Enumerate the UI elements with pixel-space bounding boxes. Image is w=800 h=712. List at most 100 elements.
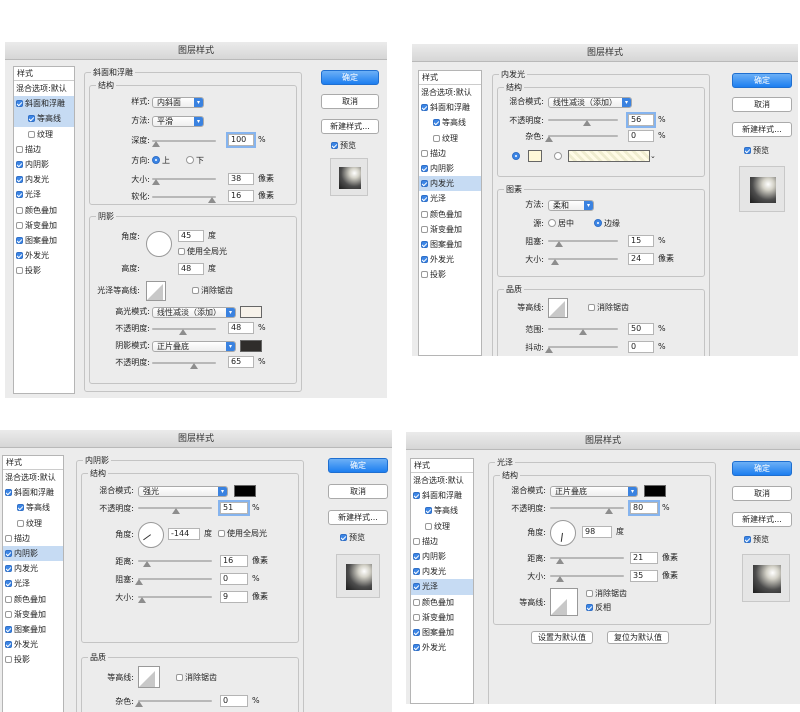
shadow-mode-dropdown[interactable]: 正片叠底 ▾ bbox=[152, 341, 236, 352]
noise-slider[interactable] bbox=[545, 135, 618, 142]
technique-dropdown[interactable]: 柔和 ▾ bbox=[548, 200, 594, 211]
style-item-pattern-overlay[interactable]: 图案叠加 bbox=[411, 625, 473, 640]
altitude-input[interactable]: 48 bbox=[178, 263, 204, 275]
angle-dial[interactable] bbox=[550, 520, 576, 546]
choke-slider[interactable] bbox=[548, 240, 618, 247]
style-item-texture[interactable]: 纹理 bbox=[14, 127, 74, 142]
direction-down-radio[interactable]: 下 bbox=[186, 155, 204, 167]
new-style-button[interactable]: 新建样式... bbox=[321, 119, 379, 134]
style-item-inner-shadow[interactable]: 内阴影 bbox=[411, 549, 473, 564]
size-slider[interactable] bbox=[138, 596, 212, 603]
jitter-slider[interactable] bbox=[545, 346, 618, 353]
choke-slider[interactable] bbox=[135, 578, 212, 585]
checkbox-icon[interactable] bbox=[16, 176, 23, 184]
opacity-input[interactable]: 56 bbox=[628, 114, 654, 126]
soften-input[interactable]: 16 bbox=[228, 190, 254, 202]
style-item-drop-shadow[interactable]: 投影 bbox=[14, 263, 74, 278]
style-item-stroke[interactable]: 描边 bbox=[419, 146, 481, 161]
gradient-radio[interactable] bbox=[554, 151, 564, 163]
shadow-opacity-input[interactable]: 65 bbox=[228, 356, 254, 368]
shadow-color-swatch[interactable] bbox=[234, 485, 256, 497]
checkbox-icon[interactable] bbox=[16, 191, 23, 199]
highlight-color-swatch[interactable] bbox=[240, 306, 262, 318]
blend-options-item[interactable]: 混合选项:默认 bbox=[14, 81, 74, 96]
style-item-gradient-overlay[interactable]: 渐变叠加 bbox=[419, 222, 481, 237]
style-item-contour[interactable]: 等高线 bbox=[14, 111, 74, 127]
choke-input[interactable]: 0 bbox=[220, 573, 248, 585]
preview-checkbox[interactable]: 预览 bbox=[331, 140, 356, 152]
cancel-button[interactable]: 取消 bbox=[732, 486, 792, 501]
source-edge-radio[interactable]: 边缘 bbox=[594, 218, 620, 230]
solid-color-radio[interactable] bbox=[512, 151, 522, 163]
checkbox-icon[interactable] bbox=[28, 115, 35, 123]
new-style-button[interactable]: 新建样式... bbox=[328, 510, 388, 525]
opacity-input[interactable]: 51 bbox=[220, 502, 248, 514]
style-item-texture[interactable]: 纹理 bbox=[419, 131, 481, 146]
depth-slider[interactable] bbox=[151, 140, 216, 147]
glow-color-swatch[interactable] bbox=[528, 150, 542, 162]
global-light-checkbox[interactable]: 使用全局光 bbox=[218, 528, 267, 540]
checkbox-icon[interactable] bbox=[16, 145, 23, 153]
direction-up-radio[interactable]: 上 bbox=[152, 155, 170, 167]
style-item-inner-glow[interactable]: 内发光 bbox=[419, 176, 481, 192]
size-slider[interactable] bbox=[151, 178, 216, 185]
style-item-inner-shadow[interactable]: 内阴影 bbox=[419, 161, 481, 176]
style-item-drop-shadow[interactable]: 投影 bbox=[419, 267, 481, 282]
preview-checkbox[interactable]: 预览 bbox=[340, 532, 365, 544]
preview-checkbox[interactable]: 预览 bbox=[744, 145, 769, 157]
style-item-bevel[interactable]: 斜面和浮雕 bbox=[411, 488, 473, 503]
style-item-contour[interactable]: 等高线 bbox=[411, 503, 473, 518]
slider-knob[interactable] bbox=[151, 141, 160, 147]
ok-button[interactable]: 确定 bbox=[732, 73, 792, 88]
checkbox-icon[interactable] bbox=[16, 252, 23, 260]
style-item-satin[interactable]: 光泽 bbox=[3, 576, 63, 591]
noise-input[interactable]: 0 bbox=[628, 130, 654, 142]
style-item-satin[interactable]: 光泽 bbox=[419, 191, 481, 206]
chevron-down-icon[interactable]: ⌄ bbox=[650, 150, 656, 162]
range-input[interactable]: 50 bbox=[628, 323, 654, 335]
size-input[interactable]: 9 bbox=[220, 591, 248, 603]
method-dropdown[interactable]: 平滑 ▾ bbox=[152, 116, 204, 127]
contour-picker[interactable] bbox=[550, 588, 578, 616]
set-default-button[interactable]: 设置为默认值 bbox=[531, 631, 593, 644]
cancel-button[interactable]: 取消 bbox=[328, 484, 388, 499]
style-item-contour[interactable]: 等高线 bbox=[3, 500, 63, 515]
checkbox-icon[interactable] bbox=[16, 236, 23, 244]
style-item-pattern-overlay[interactable]: 图案叠加 bbox=[3, 622, 63, 637]
angle-dial[interactable] bbox=[138, 522, 164, 548]
range-slider[interactable] bbox=[548, 328, 618, 335]
shadow-opacity-slider[interactable] bbox=[152, 362, 216, 369]
style-item-outer-glow[interactable]: 外发光 bbox=[419, 252, 481, 267]
opacity-slider[interactable] bbox=[550, 507, 624, 514]
blend-mode-dropdown[interactable]: 强光 ▾ bbox=[138, 486, 228, 497]
style-item-gradient-overlay[interactable]: 渐变叠加 bbox=[3, 607, 63, 622]
blend-options-item[interactable]: 混合选项:默认 bbox=[3, 470, 63, 485]
style-item-inner-glow[interactable]: 内发光 bbox=[411, 564, 473, 579]
style-item-outer-glow[interactable]: 外发光 bbox=[14, 248, 74, 263]
ok-button[interactable]: 确定 bbox=[321, 70, 379, 85]
angle-input[interactable]: 98 bbox=[582, 526, 612, 538]
blend-options-item[interactable]: 混合选项:默认 bbox=[419, 85, 481, 100]
size-slider[interactable] bbox=[550, 575, 624, 582]
angle-input[interactable]: -144 bbox=[168, 528, 200, 540]
gradient-picker[interactable] bbox=[568, 150, 650, 162]
opacity-input[interactable]: 80 bbox=[630, 502, 658, 514]
style-item-inner-shadow[interactable]: 内阴影 bbox=[3, 545, 63, 562]
style-dropdown[interactable]: 内斜面 ▾ bbox=[152, 97, 204, 108]
size-input[interactable]: 24 bbox=[628, 253, 654, 265]
contour-picker[interactable] bbox=[138, 666, 160, 688]
style-item-color-overlay[interactable]: 颜色叠加 bbox=[411, 595, 473, 610]
shadow-color-swatch[interactable] bbox=[240, 340, 262, 352]
checkbox-icon[interactable] bbox=[16, 206, 23, 214]
style-item-gradient-overlay[interactable]: 渐变叠加 bbox=[14, 218, 74, 233]
highlight-opacity-input[interactable]: 48 bbox=[228, 322, 254, 334]
new-style-button[interactable]: 新建样式... bbox=[732, 122, 792, 137]
opacity-slider[interactable] bbox=[548, 119, 618, 126]
anti-alias-checkbox[interactable]: 消除锯齿 bbox=[586, 588, 627, 600]
style-item-stroke[interactable]: 描边 bbox=[3, 531, 63, 546]
style-item-satin[interactable]: 光泽 bbox=[14, 187, 74, 202]
highlight-opacity-slider[interactable] bbox=[152, 328, 216, 335]
gloss-contour-picker[interactable] bbox=[146, 281, 166, 301]
style-item-bevel[interactable]: 斜面和浮雕 bbox=[3, 485, 63, 500]
size-input[interactable]: 35 bbox=[630, 570, 658, 582]
